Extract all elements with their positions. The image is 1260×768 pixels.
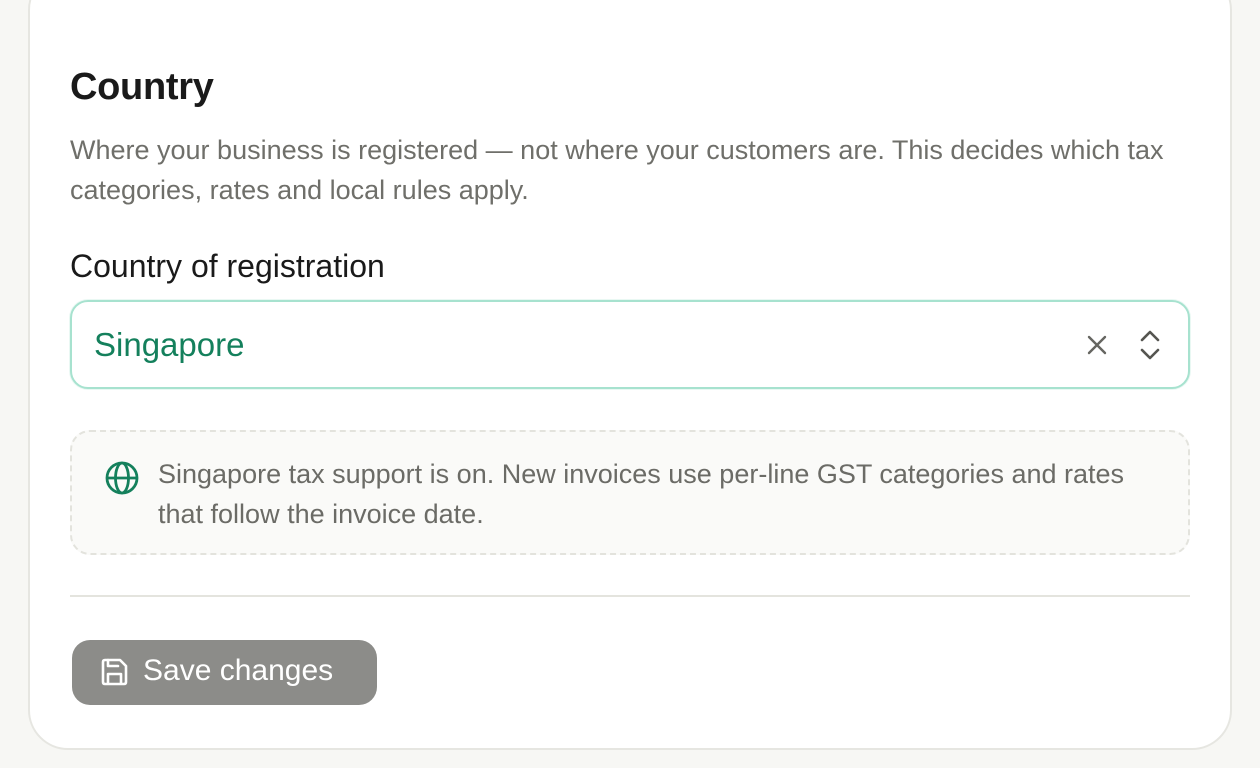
country-field-label: Country of registration bbox=[70, 248, 385, 284]
floppy-disk-icon bbox=[98, 656, 130, 688]
tax-support-text: Singapore tax support is on. New invoice… bbox=[158, 459, 1125, 529]
globe-icon bbox=[104, 460, 140, 496]
section-description: Where your business is registered — not … bbox=[70, 135, 1164, 205]
tax-support-notice: Singapore tax support is on. New invoice… bbox=[70, 430, 1190, 555]
chevron-up-down-icon[interactable] bbox=[1138, 328, 1162, 362]
save-changes-button[interactable]: Save changes bbox=[72, 640, 377, 705]
divider bbox=[70, 595, 1190, 597]
section-title: Country bbox=[70, 66, 214, 108]
save-button-label: Save changes bbox=[143, 654, 334, 687]
country-select-value: Singapore bbox=[94, 326, 245, 363]
country-select[interactable]: Singapore bbox=[70, 300, 1190, 389]
clear-icon[interactable] bbox=[1084, 332, 1110, 358]
